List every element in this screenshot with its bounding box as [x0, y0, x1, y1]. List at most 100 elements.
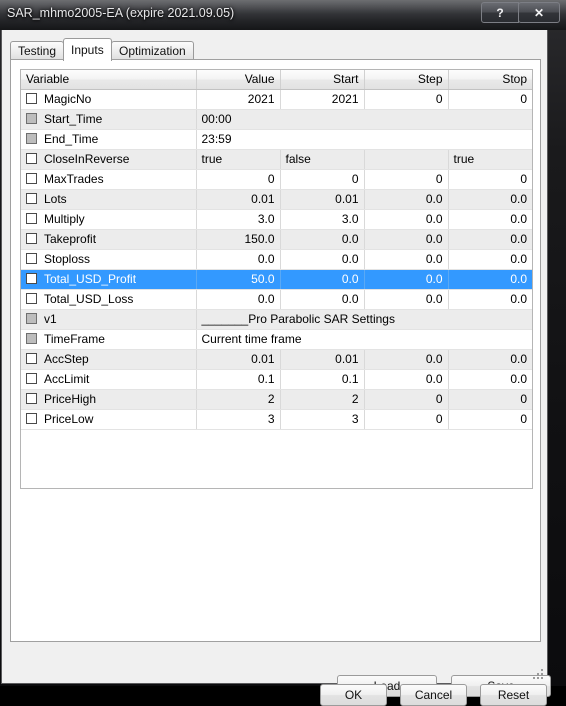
column-header-variable[interactable]: Variable [21, 70, 197, 90]
cell-step[interactable]: 0 [364, 89, 449, 110]
cell-step[interactable]: 0.0 [364, 349, 449, 370]
column-header-stop[interactable]: Stop [448, 70, 532, 90]
cell-value[interactable]: 2021 [196, 89, 281, 110]
cell-variable[interactable]: Takeprofit [21, 229, 197, 250]
cell-stop[interactable]: 0 [448, 409, 532, 430]
cell-step[interactable]: 0.0 [364, 189, 449, 210]
close-button[interactable]: ✕ [518, 2, 560, 23]
cell-description[interactable]: 00:00 [196, 109, 532, 130]
cell-value[interactable]: 50.0 [196, 269, 281, 290]
cell-step[interactable]: 0.0 [364, 229, 449, 250]
cancel-button[interactable]: Cancel [400, 684, 467, 706]
cell-variable[interactable]: Total_USD_Loss [21, 289, 197, 310]
checkbox-icon[interactable] [26, 273, 37, 284]
cell-start[interactable]: 0.1 [280, 369, 365, 390]
reset-button[interactable]: Reset [480, 684, 547, 706]
cell-stop[interactable]: 0.0 [448, 249, 532, 270]
cell-value[interactable]: 150.0 [196, 229, 281, 250]
cell-variable[interactable]: Total_USD_Profit [21, 269, 197, 290]
cell-start[interactable]: 0.01 [280, 349, 365, 370]
title-bar[interactable]: SAR_mhmo2005-EA (expire 2021.09.05) ? ✕ [0, 0, 566, 30]
cell-description[interactable]: Current time frame [196, 329, 532, 350]
cell-variable[interactable]: Start_Time [21, 109, 197, 130]
checkbox-icon[interactable] [26, 293, 37, 304]
checkbox-icon[interactable] [26, 213, 37, 224]
cell-value[interactable]: 0.1 [196, 369, 281, 390]
checkbox-icon[interactable] [26, 353, 37, 364]
cell-variable[interactable]: Multiply [21, 209, 197, 230]
cell-stop[interactable]: true [448, 149, 532, 170]
checkbox-icon[interactable] [26, 173, 37, 184]
cell-stop[interactable]: 0.0 [448, 229, 532, 250]
cell-start[interactable]: 0.0 [280, 229, 365, 250]
column-header-start[interactable]: Start [280, 70, 365, 90]
table-row[interactable]: TimeFrame Current time frame [21, 329, 532, 350]
cell-step[interactable]: 0 [364, 409, 449, 430]
cell-value[interactable]: 0 [196, 169, 281, 190]
checkbox-icon[interactable] [26, 253, 37, 264]
ok-button[interactable]: OK [320, 684, 387, 706]
cell-variable[interactable]: PriceLow [21, 409, 197, 430]
checkbox-icon[interactable] [26, 233, 37, 244]
table-row[interactable]: AccLimit 0.1 0.1 0.0 0.0 [21, 369, 532, 390]
cell-step[interactable]: 0.0 [364, 269, 449, 290]
table-row[interactable]: Start_Time 00:00 [21, 109, 532, 130]
checkbox-icon[interactable] [26, 93, 37, 104]
help-button[interactable]: ? [481, 2, 519, 23]
cell-stop[interactable]: 0.0 [448, 369, 532, 390]
table-row[interactable]: MagicNo 2021 2021 0 0 [21, 89, 532, 110]
cell-stop[interactable]: 0.0 [448, 289, 532, 310]
table-row[interactable]: Total_USD_Profit 50.0 0.0 0.0 0.0 [21, 269, 532, 290]
cell-start[interactable]: 2 [280, 389, 365, 410]
column-header-step[interactable]: Step [364, 70, 449, 90]
cell-start[interactable]: 3 [280, 409, 365, 430]
checkbox-icon[interactable] [26, 193, 37, 204]
cell-stop[interactable]: 0.0 [448, 209, 532, 230]
cell-variable[interactable]: MaxTrades [21, 169, 197, 190]
cell-variable[interactable]: Stoploss [21, 249, 197, 270]
table-row[interactable]: PriceLow 3 3 0 0 [21, 409, 532, 430]
cell-step[interactable]: 0 [364, 389, 449, 410]
cell-start[interactable]: 0.01 [280, 189, 365, 210]
cell-start[interactable]: 3.0 [280, 209, 365, 230]
cell-start[interactable]: 0 [280, 169, 365, 190]
cell-step[interactable]: 0.0 [364, 249, 449, 270]
cell-value[interactable]: 0.01 [196, 349, 281, 370]
cell-step[interactable]: 0 [364, 169, 449, 190]
parameters-table-container[interactable]: Variable Value Start Step Stop MagicNo 20… [20, 69, 533, 489]
cell-variable[interactable]: v1 [21, 309, 197, 330]
checkbox-icon[interactable] [26, 413, 37, 424]
table-row[interactable]: Stoploss 0.0 0.0 0.0 0.0 [21, 249, 532, 270]
table-row[interactable]: MaxTrades 0 0 0 0 [21, 169, 532, 190]
cell-step[interactable]: 0.0 [364, 369, 449, 390]
cell-variable[interactable]: CloseInReverse [21, 149, 197, 170]
tab-inputs[interactable]: Inputs [63, 38, 112, 61]
cell-start[interactable]: 0.0 [280, 289, 365, 310]
cell-stop[interactable]: 0 [448, 389, 532, 410]
table-row[interactable]: AccStep 0.01 0.01 0.0 0.0 [21, 349, 532, 370]
cell-start[interactable]: 0.0 [280, 249, 365, 270]
tab-optimization[interactable]: Optimization [111, 41, 194, 60]
cell-value[interactable]: 0.0 [196, 289, 281, 310]
table-row[interactable]: Multiply 3.0 3.0 0.0 0.0 [21, 209, 532, 230]
cell-value[interactable]: 3.0 [196, 209, 281, 230]
cell-start[interactable]: 0.0 [280, 269, 365, 290]
cell-description[interactable]: 23:59 [196, 129, 532, 150]
table-row[interactable]: v1 _______Pro Parabolic SAR Settings [21, 309, 532, 330]
cell-stop[interactable]: 0 [448, 89, 532, 110]
cell-step[interactable] [364, 149, 449, 170]
cell-value[interactable]: true [196, 149, 281, 170]
cell-variable[interactable]: PriceHigh [21, 389, 197, 410]
cell-start[interactable]: false [280, 149, 365, 170]
cell-variable[interactable]: AccStep [21, 349, 197, 370]
cell-stop[interactable]: 0 [448, 169, 532, 190]
cell-value[interactable]: 2 [196, 389, 281, 410]
cell-variable[interactable]: End_Time [21, 129, 197, 150]
cell-value[interactable]: 0.01 [196, 189, 281, 210]
table-row[interactable]: End_Time 23:59 [21, 129, 532, 150]
cell-start[interactable]: 2021 [280, 89, 365, 110]
table-row[interactable]: Total_USD_Loss 0.0 0.0 0.0 0.0 [21, 289, 532, 310]
cell-variable[interactable]: AccLimit [21, 369, 197, 390]
checkbox-icon[interactable] [26, 393, 37, 404]
checkbox-icon[interactable] [26, 153, 37, 164]
